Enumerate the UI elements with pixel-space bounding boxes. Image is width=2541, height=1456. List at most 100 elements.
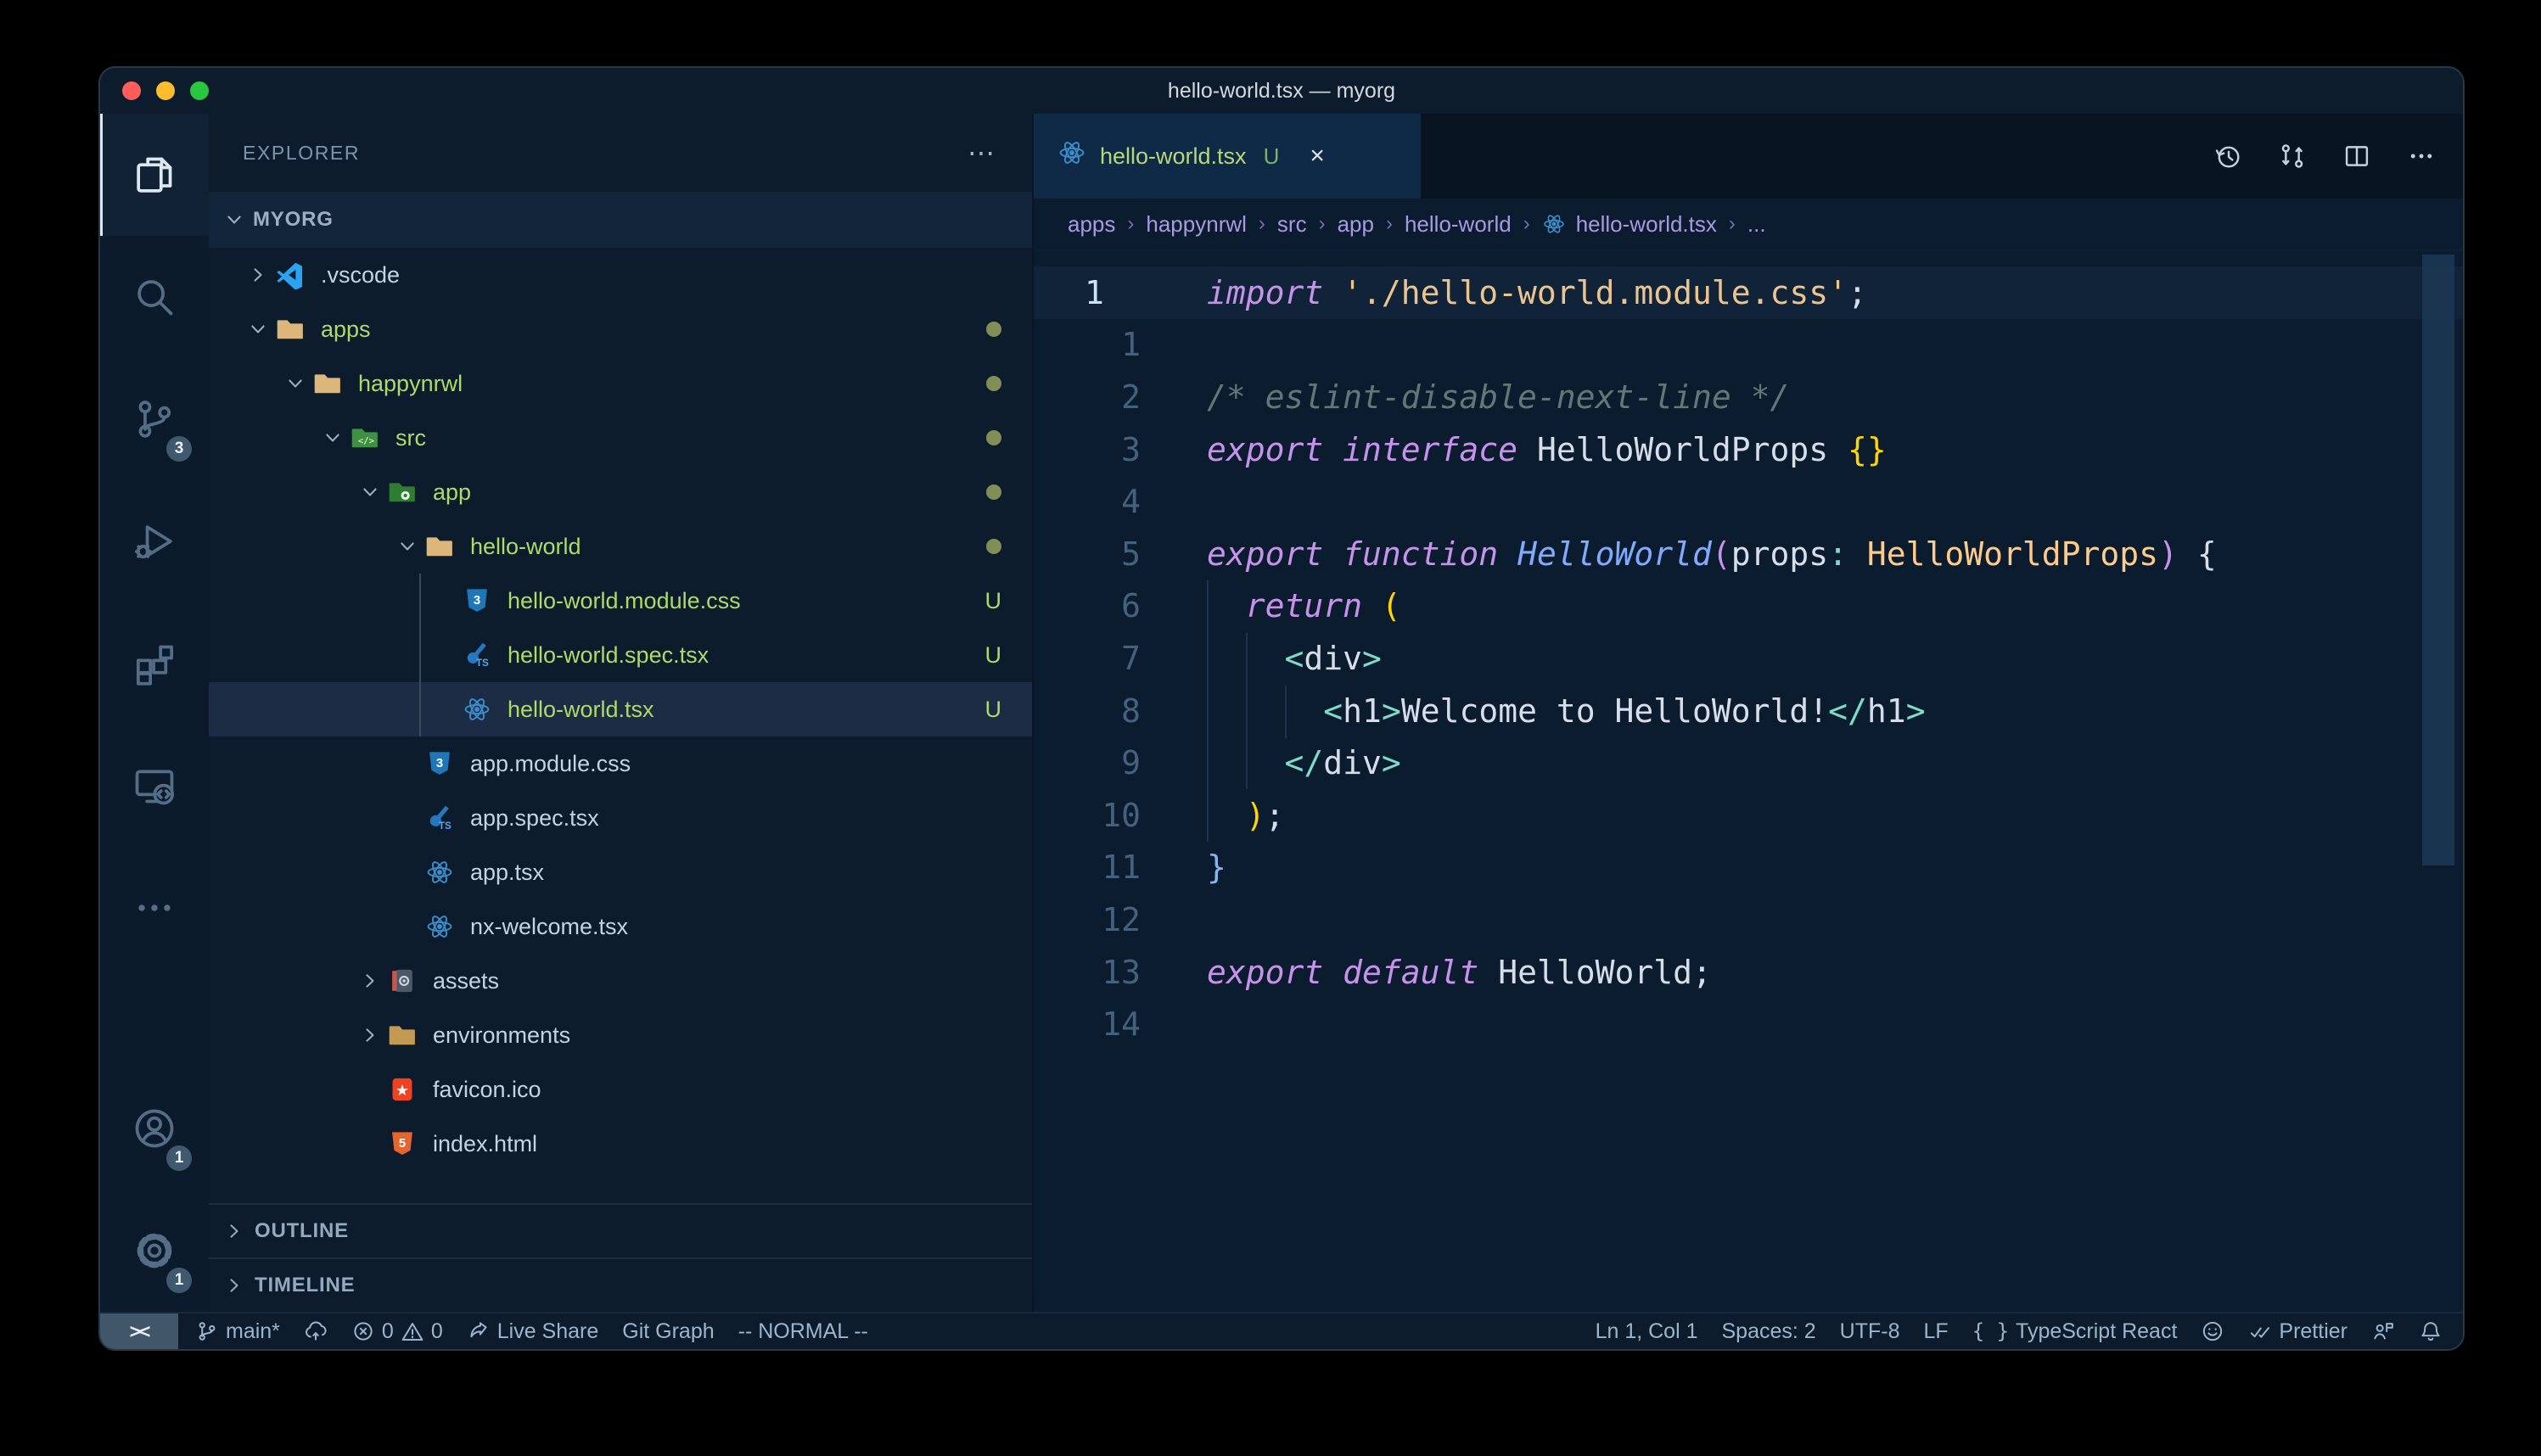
tree-item-favicon.ico[interactable]: ★ favicon.ico <box>209 1062 1032 1117</box>
workspace-name: MYORG <box>253 208 334 232</box>
activity-item-search[interactable] <box>100 236 209 358</box>
panel-header-outline[interactable]: OUTLINE <box>209 1203 1032 1257</box>
activity-item-source-control[interactable]: 3 <box>100 358 209 480</box>
status-eol[interactable]: LF <box>1924 1319 1949 1344</box>
tree-item-label: assets <box>433 968 499 994</box>
breadcrumb-separator: › <box>1729 212 1736 236</box>
tree-item-app[interactable]: app <box>209 465 1032 519</box>
explorer-actions-icon[interactable]: ⋯ <box>968 144 998 161</box>
desktop-background: hello-world.tsx — myorg 3 1 1 EXPLORER ⋯… <box>0 0 2541 1456</box>
activity-badge-settings: 1 <box>166 1268 192 1293</box>
tree-item-label: hello-world.spec.tsx <box>508 642 709 669</box>
tree-item-app.spec.tsx[interactable]: TS app.spec.tsx <box>209 791 1032 845</box>
tree-item-assets[interactable]: assets <box>209 954 1032 1008</box>
tree-item-label: hello-world <box>470 534 581 560</box>
error-icon <box>351 1319 375 1343</box>
tree-item-hello-world.spec.tsx[interactable]: TS hello-world.spec.tsxU <box>209 628 1032 682</box>
activity-item-extensions[interactable] <box>100 602 209 725</box>
status-language-mode[interactable]: { }TypeScript React <box>1972 1319 2178 1344</box>
status-indentation[interactable]: Spaces: 2 <box>1721 1319 1815 1344</box>
toolbar-more-actions-icon[interactable] <box>2407 142 2436 171</box>
git-modified-dot <box>986 430 1001 445</box>
sidebar-header: EXPLORER ⋯ <box>209 114 1032 192</box>
status-cursor-position[interactable]: Ln 1, Col 1 <box>1596 1319 1698 1344</box>
panel-header-timeline[interactable]: TIMELINE <box>209 1257 1032 1312</box>
status-git-branch[interactable]: main* <box>195 1319 280 1344</box>
tree-item-label: favicon.ico <box>433 1077 541 1103</box>
tree-item-index.html[interactable]: 5 index.html <box>209 1117 1032 1171</box>
status-problems[interactable]: 00 <box>351 1319 443 1344</box>
react-icon <box>1542 212 1566 236</box>
breadcrumb-item-hello-world.tsx[interactable]: hello-world.tsx <box>1542 211 1717 238</box>
breadcrumb-item-hello-world[interactable]: hello-world <box>1405 211 1512 238</box>
tab-bar: hello-world.tsx U × <box>1034 114 2463 199</box>
svg-text:</>: </> <box>358 435 374 446</box>
indent-guide <box>1246 633 1248 789</box>
tree-item-app.tsx[interactable]: app.tsx <box>209 845 1032 899</box>
status-accessibility[interactable] <box>2371 1319 2395 1343</box>
svg-text:★: ★ <box>395 1082 409 1100</box>
status-live-share[interactable]: Live Share <box>467 1319 599 1344</box>
html-icon: 5 <box>387 1128 418 1159</box>
code-editor[interactable]: 1import './hello-world.module.css'; 1 2/… <box>1034 251 2463 1312</box>
tree-item-label: hello-world.module.css <box>508 588 741 614</box>
git-modified-dot <box>986 376 1001 391</box>
line-number: 5 <box>1034 535 1141 573</box>
tree-item-label: environments <box>433 1022 570 1049</box>
line-number: 8 <box>1034 692 1141 730</box>
tree-item-hello-world.tsx[interactable]: hello-world.tsxU <box>209 682 1032 736</box>
branch-icon <box>195 1319 219 1343</box>
breadcrumb-item-apps[interactable]: apps <box>1068 211 1115 238</box>
activity-item-accounts[interactable]: 1 <box>100 1067 209 1190</box>
react-icon <box>424 911 455 942</box>
tree-item-hello-world[interactable]: hello-world <box>209 519 1032 574</box>
status-feedback[interactable] <box>2201 1319 2224 1343</box>
tree-item-apps[interactable]: apps <box>209 302 1032 356</box>
close-tab-icon[interactable]: × <box>1310 142 1325 171</box>
tree-item-app.module.css[interactable]: 3 app.module.css <box>209 736 1032 791</box>
toolbar-timeline-view-icon[interactable] <box>2213 142 2242 171</box>
line-number: 1 <box>1034 326 1141 363</box>
status-sync[interactable] <box>304 1319 328 1343</box>
activity-item-remote-explorer[interactable] <box>100 725 209 847</box>
tree-item-hello-world.module.css[interactable]: 3 hello-world.module.cssU <box>209 574 1032 628</box>
breadcrumb-item-happynrwl[interactable]: happynrwl <box>1146 211 1247 238</box>
tab-hello-world-tsx[interactable]: hello-world.tsx U × <box>1034 114 1421 199</box>
tree-item-label: happynrwl <box>358 371 463 397</box>
status-remote-indicator[interactable]: >< <box>100 1313 178 1349</box>
tree-item-.vscode[interactable]: .vscode <box>209 248 1032 302</box>
breadcrumb-item-...[interactable]: ... <box>1747 211 1766 238</box>
activity-item-settings[interactable]: 1 <box>100 1190 209 1312</box>
status-notifications[interactable] <box>2419 1319 2443 1343</box>
vscode-window: hello-world.tsx — myorg 3 1 1 EXPLORER ⋯… <box>98 66 2465 1351</box>
tree-item-environments[interactable]: environments <box>209 1008 1032 1062</box>
status-vim-mode[interactable]: -- NORMAL -- <box>738 1319 868 1344</box>
indent-guide <box>1285 686 1287 738</box>
breadcrumb-item-app[interactable]: app <box>1338 211 1374 238</box>
explorer-sidebar: EXPLORER ⋯ MYORG .vscode apps happynrwl … <box>209 114 1034 1312</box>
workspace-section-header[interactable]: MYORG <box>209 192 1032 248</box>
activity-item-run-debug[interactable] <box>100 480 209 602</box>
breadcrumb-separator: › <box>1386 212 1393 236</box>
git-untracked-badge: U <box>985 697 1002 723</box>
toolbar-open-changes-icon[interactable] <box>2278 142 2307 171</box>
activity-badge-source-control: 3 <box>166 436 192 462</box>
status-encoding[interactable]: UTF-8 <box>1840 1319 1900 1344</box>
activity-item-explorer[interactable] <box>100 114 209 236</box>
css-icon: 3 <box>462 585 492 616</box>
status-git-graph[interactable]: Git Graph <box>622 1319 714 1344</box>
editor-scrollbar[interactable] <box>2422 255 2454 865</box>
breadcrumb-item-src[interactable]: src <box>1277 211 1307 238</box>
activity-item-more-views[interactable] <box>100 847 209 969</box>
tree-item-happynrwl[interactable]: happynrwl <box>209 356 1032 411</box>
code-line: 3export interface HelloWorldProps {} <box>1034 423 2463 476</box>
activity-badge-accounts: 1 <box>166 1145 192 1171</box>
tree-item-nx-welcome.tsx[interactable]: nx-welcome.tsx <box>209 899 1032 954</box>
line-number: 6 <box>1034 587 1141 624</box>
tree-item-src[interactable]: </> src <box>209 411 1032 465</box>
toolbar-split-editor-icon[interactable] <box>2342 142 2371 171</box>
status-prettier[interactable]: Prettier <box>2248 1319 2347 1344</box>
test-icon: TS <box>462 640 492 670</box>
bell-icon <box>2419 1319 2443 1343</box>
breadcrumb-separator: › <box>1127 212 1134 236</box>
